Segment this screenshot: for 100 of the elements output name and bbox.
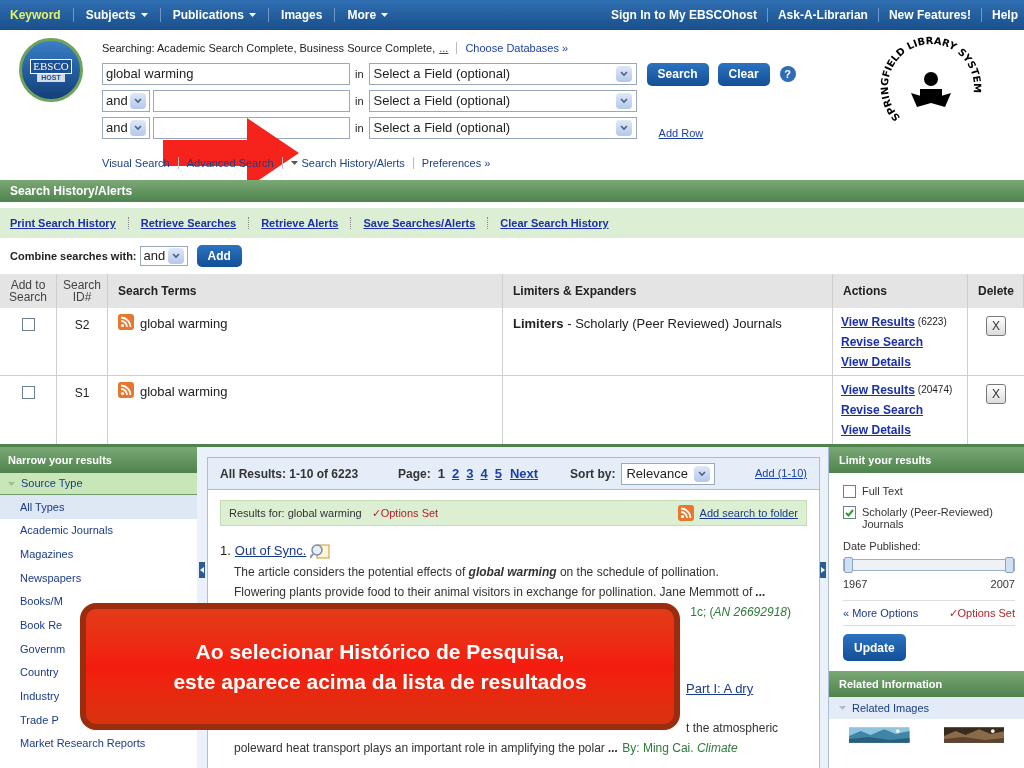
more-options-link[interactable]: « More Options (843, 604, 919, 622)
source-type-item[interactable]: Newspapers (0, 566, 84, 590)
result-count: (6223) (917, 315, 947, 329)
history-link[interactable]: Retrieve Alerts (261, 214, 339, 232)
add-search-link[interactable]: Add search to folder (699, 504, 798, 522)
limit-option-label: Scholarly (Peer-Reviewed) Journals (862, 506, 994, 530)
combine-select[interactable]: and (139, 246, 188, 266)
update-button[interactable]: Update (843, 634, 906, 661)
column-header: Actions (833, 274, 968, 308)
revise-search-link[interactable]: Revise Search (841, 332, 924, 352)
nav-tab[interactable]: Publications (168, 6, 261, 24)
page-link[interactable]: 1 (437, 463, 445, 484)
source-type-item[interactable]: All Types (0, 495, 197, 519)
result-snippet: Flowering plants provide food to their animal visitors in exchange for pollination. Jane Memmott of ... (234, 584, 767, 601)
source-type-item[interactable]: Book Re (0, 613, 65, 638)
rss-icon[interactable] (677, 505, 694, 521)
add-button[interactable]: Add (196, 245, 242, 267)
results-summary: All Results: 1-10 of 6223 (220, 465, 359, 483)
slider-handle[interactable] (1005, 556, 1014, 573)
search-option-link[interactable]: Preferences » (421, 155, 491, 172)
date-slider[interactable] (843, 558, 1015, 571)
history-link[interactable]: Print Search History (10, 214, 116, 232)
field-select[interactable]: Select a Field (optional) (368, 90, 637, 112)
operator-select[interactable]: and (102, 117, 150, 139)
view-details-link[interactable]: View Details (841, 420, 911, 440)
choose-databases-link[interactable]: Choose Databases » (465, 39, 569, 57)
history-link[interactable]: Clear Search History (500, 214, 609, 232)
view-results-link[interactable]: View Results (841, 312, 915, 332)
clear-button[interactable]: Clear (717, 62, 770, 86)
page-link[interactable]: 3 (466, 463, 474, 484)
source-type-item[interactable]: Market Research Reports (0, 731, 148, 756)
nav-tab[interactable]: More (343, 6, 393, 24)
search-input[interactable] (153, 90, 350, 112)
slider-handle[interactable] (844, 556, 853, 573)
source-type-header[interactable]: Source Type (0, 473, 197, 495)
nav-link[interactable]: Sign In to My EBSCOhost (610, 6, 757, 24)
history-link[interactable]: Retrieve Searches (140, 214, 237, 232)
add-link[interactable]: Add (1-10) (755, 465, 807, 482)
next-link[interactable]: Next (509, 463, 539, 484)
result-count: (20474) (917, 383, 953, 397)
search-input[interactable]: global warming (102, 63, 350, 85)
search-id: S1 (57, 376, 108, 444)
nav-link[interactable]: New Features! (888, 6, 971, 24)
view-results-link[interactable]: View Results (841, 380, 915, 400)
preview-icon[interactable] (310, 543, 331, 559)
related-images-header[interactable]: Related Images (829, 697, 1024, 719)
page-link[interactable]: 2 (452, 463, 460, 484)
checkbox[interactable] (21, 386, 35, 399)
source-type-item[interactable]: Academic Journals (0, 518, 115, 543)
more-databases-link[interactable]: ... (439, 39, 449, 57)
nav-tab[interactable]: Keyword (6, 6, 65, 24)
delete-button[interactable]: X (986, 384, 1006, 404)
search-input[interactable] (153, 117, 350, 139)
rss-icon[interactable] (118, 314, 134, 330)
source-type-item[interactable]: Governm (0, 637, 68, 661)
page-link[interactable]: 4 (480, 463, 488, 484)
collapse-tab-icon[interactable] (199, 562, 205, 578)
nav-link[interactable]: Ask-A-Librarian (777, 6, 868, 24)
add-row-link[interactable]: Add Row (658, 124, 704, 142)
search-option-link[interactable]: Search History/Alerts (290, 155, 405, 172)
nav-tab[interactable]: Subjects (81, 6, 152, 24)
caret-icon (140, 13, 148, 17)
result-title-link[interactable]: Part I: A dry (686, 679, 754, 699)
source-type-item[interactable]: Magazines (0, 542, 76, 567)
help-icon[interactable]: ? (779, 66, 796, 82)
callout-text: Ao selecionar Histórico de Pesquisa, (195, 638, 565, 665)
combine-label: Combine searches with: (10, 248, 137, 264)
sort-select[interactable]: Relevance (621, 462, 716, 485)
operator-select[interactable]: and (102, 90, 150, 112)
history-link[interactable]: Save Searches/Alerts (363, 214, 476, 232)
source-type-item[interactable]: Industry (0, 684, 62, 709)
searching-label: Searching: Academic Search Complete, Business Source Complete, (102, 40, 436, 56)
revise-search-link[interactable]: Revise Search (841, 400, 924, 420)
field-select[interactable]: Select a Field (optional) (368, 117, 637, 139)
page-link[interactable]: 5 (494, 463, 502, 484)
checkbox[interactable] (21, 318, 35, 331)
panel-header: Limit your results (829, 447, 1024, 473)
limiters-text: Limiters - Scholarly (Peer Reviewed) Journals (513, 316, 782, 331)
nav-link[interactable]: Help (992, 6, 1018, 24)
checkbox[interactable] (843, 506, 856, 519)
source-type-item[interactable]: Books/M (0, 589, 65, 614)
nav-tab[interactable]: Images (277, 6, 327, 24)
search-terms: global warming (140, 383, 228, 401)
search-button[interactable]: Search (646, 62, 709, 86)
in-label: in (355, 66, 364, 82)
search-id: S2 (57, 308, 108, 376)
rss-icon[interactable] (118, 382, 134, 398)
search-terms: global warming (140, 315, 228, 333)
view-details-link[interactable]: View Details (841, 352, 911, 372)
caret-icon (8, 481, 15, 486)
result-title-link[interactable]: Out of Sync. (234, 541, 307, 561)
result-snippet: poleward heat transport plays an important role in amplifying the polar ... (234, 740, 619, 757)
collapse-tab-icon[interactable] (820, 562, 826, 578)
field-select[interactable]: Select a Field (optional) (368, 63, 637, 85)
checkbox[interactable] (843, 485, 856, 498)
source-type-item[interactable]: Trade P (0, 708, 61, 732)
caret-icon (290, 161, 298, 166)
source-type-item[interactable]: Country (0, 660, 61, 685)
delete-button[interactable]: X (986, 316, 1006, 336)
column-header: Delete (968, 274, 1024, 308)
